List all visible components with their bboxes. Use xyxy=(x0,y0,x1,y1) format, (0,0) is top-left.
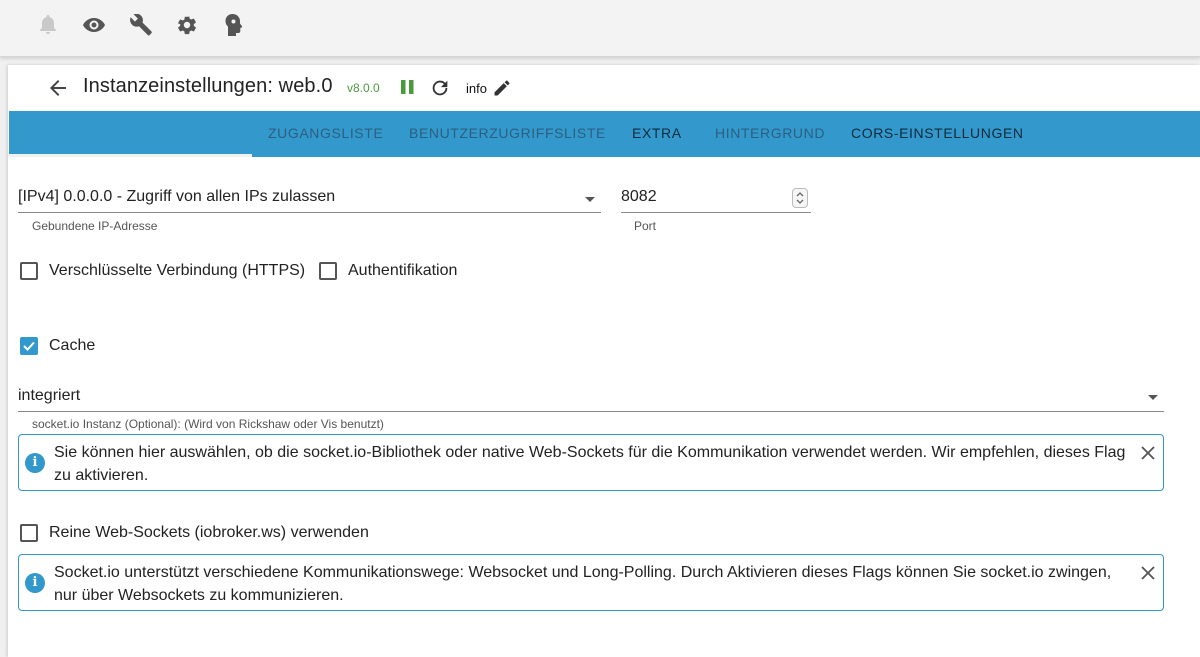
back-arrow-icon[interactable] xyxy=(46,76,70,100)
auth-checkbox[interactable] xyxy=(319,262,337,280)
tab-cors-einstellungen[interactable]: CORS-Einstellungen xyxy=(851,111,1024,157)
close-icon[interactable] xyxy=(1140,565,1156,581)
socketio-value: integriert xyxy=(18,387,81,404)
instance-settings-panel: Instanzeinstellungen: web.0 v8.0.0 info … xyxy=(8,65,1200,657)
bell-icon[interactable] xyxy=(36,12,60,38)
pure-websockets-label: Reine Web-Sockets (iobroker.ws) verwende… xyxy=(49,524,369,541)
gear-icon[interactable] xyxy=(175,12,199,38)
top-toolbar xyxy=(0,0,1200,57)
info-label[interactable]: info xyxy=(466,81,487,96)
tab-hintergrund[interactable]: Hintergrund xyxy=(715,111,825,157)
tab-extra[interactable]: Extra xyxy=(632,111,682,157)
port-field[interactable]: 8082 xyxy=(621,183,811,213)
settings-tabs: Zugangsliste Benutzerzugriffsliste Extra… xyxy=(9,111,1200,157)
wrench-icon[interactable] xyxy=(129,12,153,38)
dropdown-caret-icon xyxy=(585,197,595,202)
page-title: Instanzeinstellungen: web.0 xyxy=(83,75,333,97)
bind-ip-value: [IPv4] 0.0.0.0 - Zugriff von allen IPs z… xyxy=(18,188,336,205)
tab-benutzerzugriffsliste[interactable]: Benutzerzugriffsliste xyxy=(409,111,606,157)
eye-icon[interactable] xyxy=(82,12,106,38)
settings-header: Instanzeinstellungen: web.0 v8.0.0 info xyxy=(8,65,1200,111)
port-helper: Port xyxy=(634,219,657,233)
tab-zugangsliste[interactable]: Zugangsliste xyxy=(268,111,383,157)
info-alert-socketio: i Sie können hier auswählen, ob die sock… xyxy=(18,434,1164,491)
bind-ip-helper: Gebundene IP-Adresse xyxy=(32,219,158,233)
dropdown-caret-icon xyxy=(1148,395,1158,400)
tab-indicator xyxy=(8,154,252,157)
bind-ip-select[interactable]: [IPv4] 0.0.0.0 - Zugriff von allen IPs z… xyxy=(18,183,601,213)
https-checkbox[interactable] xyxy=(20,262,38,280)
socketio-select[interactable]: integriert xyxy=(18,381,1164,412)
expert-head-icon[interactable] xyxy=(221,12,245,38)
auth-label: Authentifikation xyxy=(348,262,458,279)
cache-label: Cache xyxy=(49,337,96,354)
info-circle-icon: i xyxy=(25,453,45,473)
info-alert-text: Sie können hier auswählen, ob die socket… xyxy=(54,444,1126,484)
socketio-helper: socket.io Instanz (Optional): (Wird von … xyxy=(32,417,384,431)
pencil-icon[interactable] xyxy=(492,78,512,98)
port-value: 8082 xyxy=(621,188,657,205)
version-badge: v8.0.0 xyxy=(347,81,380,95)
https-label: Verschlüsselte Verbindung (HTTPS) xyxy=(49,262,306,279)
info-circle-icon: i xyxy=(25,573,45,593)
info-alert-text: Socket.io unterstützt verschiedene Kommu… xyxy=(54,564,1112,604)
info-alert-websockets: i Socket.io unterstützt verschiedene Kom… xyxy=(18,554,1164,611)
port-stepper[interactable] xyxy=(792,188,808,208)
reload-icon[interactable] xyxy=(429,77,451,99)
close-icon[interactable] xyxy=(1140,445,1156,461)
checkmark-icon xyxy=(23,341,35,351)
pause-icon[interactable] xyxy=(398,77,418,97)
cache-checkbox[interactable] xyxy=(20,337,38,355)
pure-websockets-checkbox[interactable] xyxy=(20,524,38,542)
